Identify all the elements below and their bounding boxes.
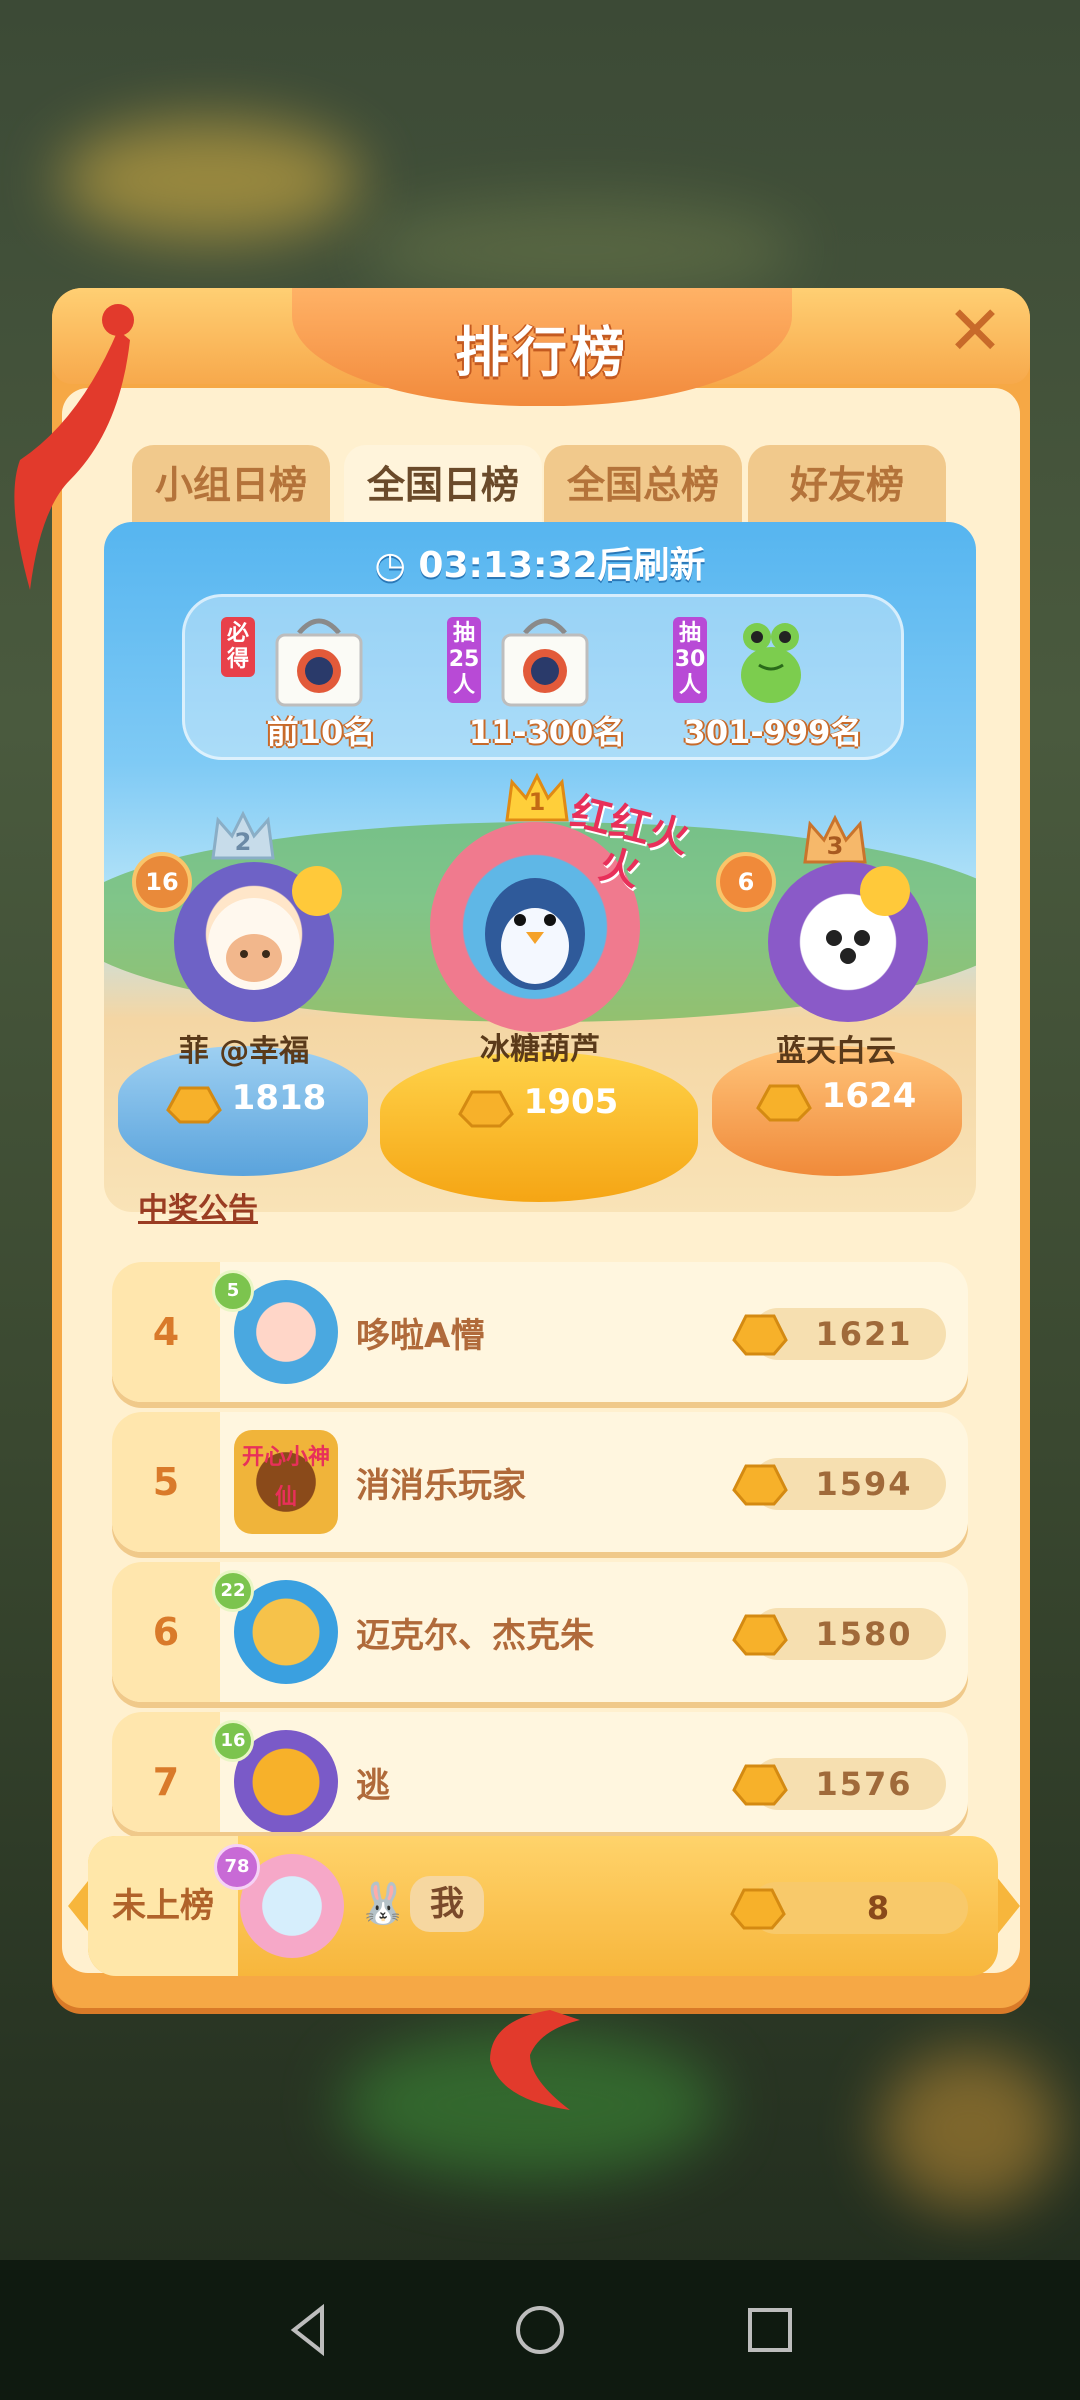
gift-bag-icon xyxy=(275,618,363,707)
recents-button[interactable] xyxy=(740,2300,800,2360)
back-triangle-icon xyxy=(290,2303,324,2357)
prize-range: 11-300名 xyxy=(468,713,626,751)
frog-plush-icon xyxy=(741,623,801,703)
tab-friends[interactable]: 好友榜 xyxy=(748,445,946,525)
prize-tag: 抽25人 xyxy=(447,617,481,703)
my-name: 我 xyxy=(410,1876,484,1932)
podium-stand-first xyxy=(380,1052,698,1202)
my-rank-row[interactable]: 未上榜 78 🐰 我 8 xyxy=(68,1836,1020,1976)
gold-ingot-icon xyxy=(732,1764,788,1806)
level-badge: 16 xyxy=(212,1720,254,1762)
ribbon-decoration-bottom xyxy=(490,2010,580,2110)
recents-square-icon xyxy=(748,2308,792,2352)
refresh-timer: ◷ 03:13:32后刷新 xyxy=(104,536,976,588)
score-first: 1905 xyxy=(523,1082,619,1122)
prize-range: 前10名 xyxy=(266,713,376,751)
my-score: 8 xyxy=(866,1889,890,1927)
name-second: 菲 @幸福 xyxy=(178,1034,310,1069)
home-circle-icon xyxy=(516,2306,564,2354)
avatar: 开心小神仙 xyxy=(234,1430,338,1534)
player-name: 哆啦A懵 xyxy=(356,1316,485,1356)
close-button[interactable]: ✕ xyxy=(942,298,1008,368)
rank-number: 7 xyxy=(112,1712,220,1832)
timer-suffix: 后刷新 xyxy=(597,545,706,586)
clock-icon: ◷ xyxy=(374,545,406,586)
level-badge: 78 xyxy=(214,1844,260,1890)
rank-number: 4 xyxy=(112,1262,220,1402)
back-button[interactable] xyxy=(280,2300,340,2360)
gold-ingot-icon xyxy=(732,1314,788,1356)
rabbit-icon: 🐰 xyxy=(358,1881,408,1927)
timer-value: 03:13:32 xyxy=(418,545,598,586)
home-button[interactable] xyxy=(510,2300,570,2360)
avatar-text: 开心小神仙 xyxy=(241,1445,330,1510)
gold-ingot-icon xyxy=(732,1614,788,1656)
score-third: 1624 xyxy=(821,1076,917,1116)
level-badge: 5 xyxy=(212,1270,254,1312)
prize-301-999[interactable]: 抽30人 301-999名 xyxy=(673,607,873,751)
level-badge: 6 xyxy=(716,852,776,912)
list-item[interactable]: 7 16 逃 1576 xyxy=(112,1712,968,1832)
name-first: 冰糖葫芦 xyxy=(480,1032,600,1067)
name-third: 蓝天白云 xyxy=(776,1034,896,1069)
tab-group-daily[interactable]: 小组日榜 xyxy=(132,445,330,525)
status-dot xyxy=(292,866,342,916)
player-name: 迈克尔、杰克朱 xyxy=(356,1616,594,1656)
gold-ingot-icon xyxy=(458,1090,514,1128)
right-arrow-decoration xyxy=(996,1876,1020,1936)
player-score: 1621 xyxy=(815,1315,913,1353)
status-dot xyxy=(860,866,910,916)
prize-top10[interactable]: 必得 前10名 xyxy=(221,607,421,751)
player-score: 1594 xyxy=(815,1465,913,1503)
rank-number: 2 xyxy=(234,828,252,856)
level-badge: 16 xyxy=(132,852,192,912)
gold-ingot-icon xyxy=(756,1084,812,1122)
prize-range: 301-999名 xyxy=(683,713,863,751)
rank-number: 1 xyxy=(528,788,546,816)
player-name: 逃 xyxy=(356,1766,390,1806)
list-item[interactable]: 5 开心小神仙 消消乐玩家 1594 xyxy=(112,1412,968,1552)
prize-tag: 抽30人 xyxy=(673,617,707,703)
rank-number: 5 xyxy=(112,1412,220,1552)
player-score: 1576 xyxy=(815,1765,913,1803)
prize-tag: 必得 xyxy=(221,617,255,677)
gold-ingot-icon xyxy=(732,1464,788,1506)
rank-number: 6 xyxy=(112,1562,220,1702)
prize-panel: 必得 前10名 抽25人 11-300名 抽30人 301-999名 xyxy=(182,594,904,760)
tab-national-daily[interactable]: 全国日榜 xyxy=(344,445,542,529)
gold-ingot-icon xyxy=(730,1888,786,1930)
rank-number: 3 xyxy=(826,832,844,860)
level-badge: 22 xyxy=(212,1570,254,1612)
tab-bar: 小组日榜 全国日榜 全国总榜 好友榜 xyxy=(78,445,968,529)
list-item[interactable]: 6 22 迈克尔、杰克朱 1580 xyxy=(112,1562,968,1702)
prize-11-300[interactable]: 抽25人 11-300名 xyxy=(447,607,647,751)
gold-ingot-icon xyxy=(166,1086,222,1124)
player-score: 1580 xyxy=(815,1615,913,1653)
gift-bag-icon xyxy=(501,618,589,707)
score-second: 1818 xyxy=(231,1078,327,1118)
top-three-board: ◷ 03:13:32后刷新 必得 前10名 抽25人 11-300名 抽30人 xyxy=(104,522,976,1212)
winner-announcement-link[interactable]: 中奖公告 xyxy=(138,1184,258,1228)
tab-national-total[interactable]: 全国总榜 xyxy=(544,445,742,525)
panel-title: 排行榜 xyxy=(455,321,629,384)
player-name: 消消乐玩家 xyxy=(356,1466,526,1506)
list-item[interactable]: 4 5 哆啦A懵 1621 xyxy=(112,1262,968,1402)
system-navigation-bar xyxy=(0,2260,1080,2400)
close-icon: ✕ xyxy=(946,292,1004,371)
